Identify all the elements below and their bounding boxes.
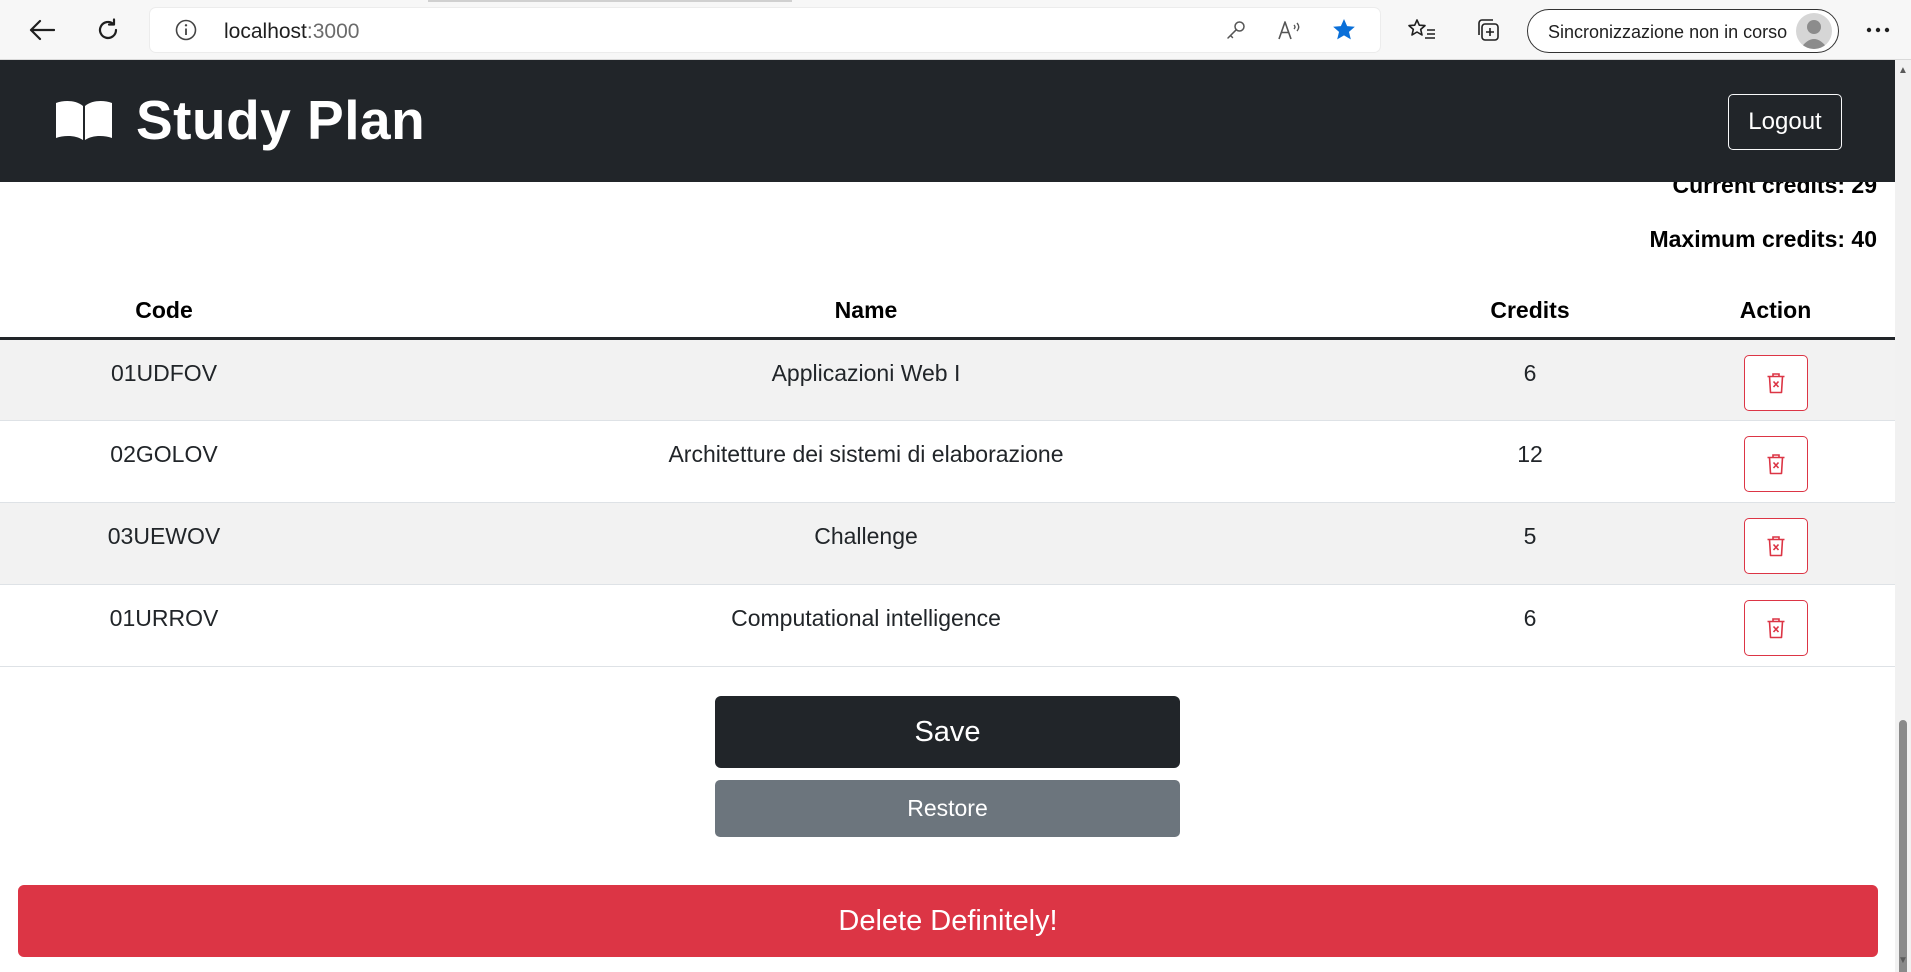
header-code: Code (0, 284, 328, 340)
scroll-thumb[interactable] (1899, 720, 1907, 972)
refresh-icon[interactable] (90, 12, 126, 48)
table-header-row: Code Name Credits Action (0, 284, 1895, 340)
brand: Study Plan (54, 88, 425, 152)
trash-x-icon (1767, 372, 1784, 393)
trash-x-icon (1767, 535, 1784, 556)
profile-sync-button[interactable]: Sincronizzazione non in corso (1527, 9, 1839, 53)
scroll-down-arrow-icon[interactable]: ▼ (1898, 956, 1908, 966)
course-name: Architetture dei sistemi di elaborazione (328, 420, 1404, 503)
url-port: :3000 (306, 20, 360, 43)
course-action (1656, 420, 1895, 503)
more-options-icon[interactable] (1860, 12, 1896, 48)
course-name: Challenge (328, 502, 1404, 585)
remove-course-button[interactable] (1743, 435, 1808, 492)
course-code: 03UEWOV (0, 502, 328, 585)
header-action: Action (1656, 284, 1895, 340)
page-scrollbar[interactable]: ▲ ▼ (1895, 60, 1911, 972)
remove-course-button[interactable] (1743, 599, 1808, 656)
favorites-list-icon[interactable] (1404, 12, 1440, 48)
trash-x-icon (1767, 453, 1784, 474)
course-action (1656, 584, 1895, 667)
site-info-icon[interactable] (174, 18, 198, 42)
logout-button[interactable]: Logout (1728, 94, 1842, 150)
read-aloud-icon[interactable] (1276, 16, 1304, 44)
address-url[interactable]: localhost:3000 (224, 20, 359, 44)
course-credits: 12 (1404, 420, 1656, 503)
back-arrow-icon[interactable] (24, 12, 60, 48)
trash-x-icon (1767, 617, 1784, 638)
profile-avatar-icon (1796, 13, 1832, 49)
course-code: 01URROV (0, 584, 328, 667)
favorite-star-icon[interactable] (1330, 16, 1358, 44)
sync-status-text: Sincronizzazione non in corso (1548, 22, 1788, 42)
address-bar[interactable]: localhost:3000 (150, 8, 1380, 52)
course-action (1656, 502, 1895, 585)
course-code: 01UDFOV (0, 338, 328, 421)
save-button[interactable]: Save (715, 696, 1180, 768)
remove-course-button[interactable] (1743, 354, 1808, 411)
table-row: 02GOLOV Architetture dei sistemi di elab… (0, 420, 1895, 503)
course-name: Applicazioni Web I (328, 338, 1404, 421)
course-code: 02GOLOV (0, 420, 328, 503)
scroll-up-arrow-icon[interactable]: ▲ (1898, 66, 1908, 76)
app-navbar: Study Plan Logout (0, 60, 1895, 182)
study-plan-table: Code Name Credits Action 01UDFOV Applica… (0, 284, 1895, 667)
restore-button[interactable]: Restore (715, 780, 1180, 837)
table-row: 03UEWOV Challenge 5 (0, 502, 1895, 585)
table-row: 01UDFOV Applicazioni Web I 6 (0, 338, 1895, 421)
course-credits: 5 (1404, 502, 1656, 585)
url-host: localhost (224, 20, 307, 43)
book-open-icon (54, 97, 114, 143)
browser-toolbar: localhost:3000 Sincronizzazione non in c… (0, 0, 1911, 60)
course-credits: 6 (1404, 584, 1656, 667)
course-name: Computational intelligence (328, 584, 1404, 667)
course-credits: 6 (1404, 338, 1656, 421)
header-name: Name (328, 284, 1404, 340)
course-action (1656, 338, 1895, 421)
remove-course-button[interactable] (1743, 517, 1808, 574)
app-title: Study Plan (136, 89, 426, 151)
password-key-icon[interactable] (1222, 16, 1250, 44)
tab-strip-indicator (428, 0, 792, 2)
delete-definitely-button[interactable]: Delete Definitely! (18, 885, 1878, 957)
header-credits: Credits (1404, 284, 1656, 340)
collections-icon[interactable] (1470, 12, 1506, 48)
maximum-credits: Maximum credits: 40 (1649, 226, 1877, 252)
table-row: 01URROV Computational intelligence 6 (0, 584, 1895, 667)
